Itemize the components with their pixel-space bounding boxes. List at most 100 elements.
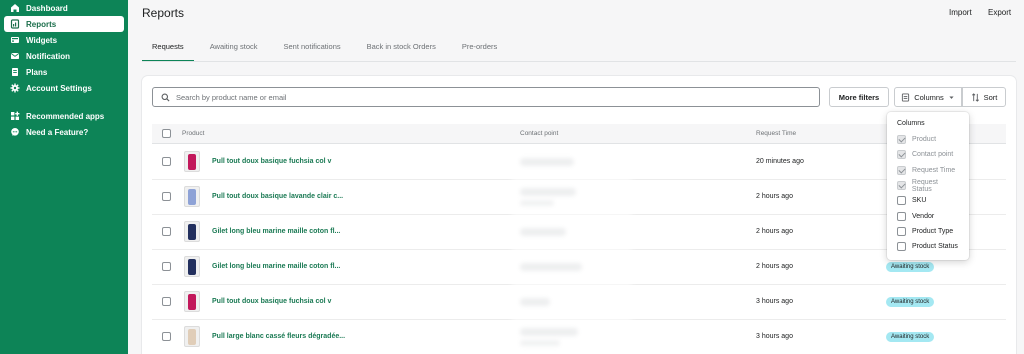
page-title: Reports — [142, 6, 185, 20]
apps-icon — [10, 111, 20, 121]
request-time: 3 hours ago — [756, 333, 793, 340]
home-icon — [10, 3, 20, 13]
product-link[interactable]: Gilet long bleu marine maille coton fl..… — [212, 263, 340, 270]
sidebar-item-label: Notification — [26, 51, 70, 61]
product-link[interactable]: Pull tout doux basique fuchsia col v — [212, 158, 331, 165]
more-filters-label: More filters — [838, 92, 880, 102]
product-link[interactable]: Gilet long bleu marine maille coton fl..… — [212, 228, 340, 235]
sidebar-item-recommended-apps[interactable]: Recommended apps — [4, 108, 124, 124]
option-label: SKU — [912, 197, 927, 205]
sort-label: Sort — [983, 92, 998, 102]
column-option-product-status[interactable]: Product Status — [897, 239, 959, 254]
sidebar: Dashboard Reports Widgets Notification P… — [0, 0, 128, 354]
sidebar-item-label: Account Settings — [26, 83, 92, 93]
sidebar-item-label: Recommended apps — [26, 111, 105, 121]
sidebar-item-plans[interactable]: Plans — [4, 64, 124, 80]
column-option-vendor[interactable]: Vendor — [897, 208, 959, 223]
plans-icon — [10, 67, 20, 77]
columns-menu-title: Columns — [897, 120, 925, 127]
sort-icon — [971, 92, 979, 102]
request-time: 2 hours ago — [756, 193, 793, 200]
sidebar-item-account-settings[interactable]: Account Settings — [4, 80, 124, 96]
columns-menu: Columns Product Contact point Request Ti… — [887, 112, 969, 260]
sidebar-item-label: Need a Feature? — [26, 127, 89, 137]
option-label: Vendor — [912, 212, 935, 220]
widgets-icon — [10, 35, 20, 45]
row-checkbox[interactable] — [162, 297, 171, 306]
product-thumbnail — [184, 221, 200, 242]
sidebar-item-label: Widgets — [26, 35, 58, 45]
gear-icon — [10, 83, 20, 93]
sidebar-item-label: Dashboard — [26, 3, 68, 13]
more-filters-button[interactable]: More filters — [829, 87, 889, 107]
row-checkbox[interactable] — [162, 192, 171, 201]
request-time: 2 hours ago — [756, 228, 793, 235]
product-link[interactable]: Pull tout doux basique fuchsia col v — [212, 298, 331, 305]
sidebar-item-notification[interactable]: Notification — [4, 48, 124, 64]
checkbox — [897, 150, 906, 160]
search-icon — [161, 93, 170, 102]
request-time: 3 hours ago — [756, 298, 793, 305]
checkbox — [897, 135, 906, 145]
row-checkbox[interactable] — [162, 157, 171, 166]
search-field[interactable] — [152, 87, 820, 107]
search-input[interactable] — [176, 92, 776, 102]
sidebar-item-dashboard[interactable]: Dashboard — [4, 0, 124, 16]
tab-requests[interactable]: Requests — [142, 38, 194, 62]
import-button[interactable]: Import — [949, 8, 972, 17]
blur-overlay — [512, 150, 632, 354]
header-contact-point: Contact point — [520, 130, 559, 137]
option-label: Product — [912, 136, 937, 144]
status-badge: Awaiting stock — [886, 297, 935, 307]
reports-icon — [10, 19, 20, 29]
product-link[interactable]: Pull tout doux basique lavande clair c..… — [212, 193, 343, 200]
column-option-request-status: Request Status — [897, 178, 959, 193]
row-checkbox[interactable] — [162, 332, 171, 341]
status-badge: Awaiting stock — [886, 332, 935, 342]
report-tabs: Requests Awaiting stock Sent notificatio… — [142, 38, 513, 62]
checkbox[interactable] — [897, 242, 906, 252]
select-all-checkbox[interactable] — [162, 129, 171, 138]
checkbox — [897, 165, 906, 175]
sidebar-item-reports[interactable]: Reports — [4, 16, 124, 32]
column-option-product: Product — [897, 132, 959, 147]
sidebar-item-widgets[interactable]: Widgets — [4, 32, 124, 48]
product-thumbnail — [184, 151, 200, 172]
checkbox[interactable] — [897, 196, 906, 206]
option-label: Product Type — [912, 227, 954, 235]
chat-icon — [10, 127, 20, 137]
sort-button[interactable]: Sort — [962, 87, 1006, 107]
row-checkbox[interactable] — [162, 262, 171, 271]
sidebar-item-label: Plans — [26, 67, 48, 77]
mail-icon — [10, 51, 20, 61]
sidebar-item-need-a-feature[interactable]: Need a Feature? — [4, 124, 124, 140]
header-product: Product — [182, 130, 205, 137]
product-link[interactable]: Pull large blanc cassé fleurs dégradée..… — [212, 333, 345, 340]
tab-sent-notifications[interactable]: Sent notifications — [274, 38, 351, 62]
request-time: 2 hours ago — [756, 263, 793, 270]
product-thumbnail — [184, 186, 200, 207]
column-option-contact-point: Contact point — [897, 147, 959, 162]
columns-label: Columns — [914, 92, 944, 102]
checkbox[interactable] — [897, 211, 906, 221]
checkbox[interactable] — [897, 226, 906, 236]
product-thumbnail — [184, 291, 200, 312]
caret-down-icon — [949, 95, 954, 99]
column-option-sku[interactable]: SKU — [897, 193, 959, 208]
tab-awaiting-stock[interactable]: Awaiting stock — [200, 38, 268, 62]
request-time: 20 minutes ago — [756, 158, 804, 165]
option-label: Request Status — [911, 178, 938, 193]
option-label: Request Time — [912, 166, 956, 174]
checkbox — [897, 181, 906, 191]
column-option-product-type[interactable]: Product Type — [897, 224, 959, 239]
columns-icon — [902, 92, 910, 102]
columns-button[interactable]: Columns — [894, 87, 962, 107]
tab-pre-orders[interactable]: Pre-orders — [452, 38, 507, 62]
option-label: Product Status — [912, 243, 958, 251]
row-checkbox[interactable] — [162, 227, 171, 236]
option-label: Contact point — [912, 151, 954, 159]
export-button[interactable]: Export — [988, 8, 1011, 17]
tab-back-in-stock-orders[interactable]: Back in stock Orders — [357, 38, 446, 62]
column-option-request-time: Request Time — [897, 163, 959, 178]
header-request-time: Request Time — [756, 130, 797, 137]
